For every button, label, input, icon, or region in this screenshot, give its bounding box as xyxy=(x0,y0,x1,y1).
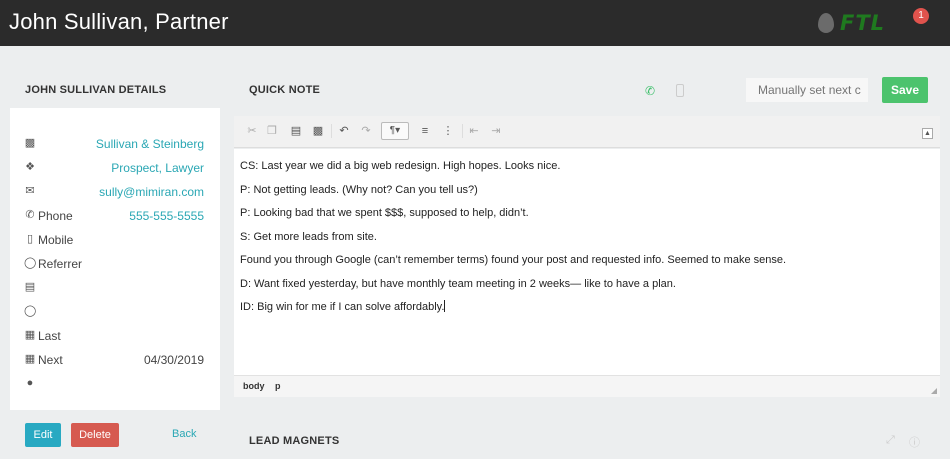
last-label: Last xyxy=(38,329,61,343)
editor-status-bar: body p xyxy=(234,375,940,397)
mobile-icon: ▯ xyxy=(26,233,34,245)
detail-row-email: ✉ sully@mimiran.com xyxy=(10,182,220,202)
mobile-sms-icon[interactable] xyxy=(676,84,684,97)
note-line-text: ID: Big win for me if I can solve afford… xyxy=(240,301,445,313)
note-line: S: Get more leads from site. xyxy=(240,230,377,243)
toolbar-separator xyxy=(462,124,463,138)
note-line-last: ID: Big win for me if I can solve afford… xyxy=(240,300,934,324)
ftl-logo[interactable]: FTL xyxy=(818,10,885,36)
calendar-icon: ▦ xyxy=(24,329,36,341)
quick-note-heading: QUICK NOTE xyxy=(249,84,321,96)
user-solid-icon: ● xyxy=(26,377,34,389)
document-icon: ▤ xyxy=(24,281,36,293)
user-outline-icon: ◯ xyxy=(24,305,37,317)
detail-row-last: ▦ Last xyxy=(10,326,220,346)
note-line: CS: Last year we did a big web redesign.… xyxy=(240,160,561,172)
expand-icon[interactable]: ⤢ xyxy=(886,434,895,447)
next-date-input[interactable] xyxy=(746,78,868,102)
lead-magnets-heading: LEAD MAGNETS xyxy=(249,435,340,447)
note-editor[interactable]: CS: Last year we did a big web redesign.… xyxy=(234,149,940,375)
copy-icon[interactable]: ❐ xyxy=(265,124,279,138)
numbered-list-icon[interactable]: ≡ xyxy=(418,124,432,138)
phone-icon: ✆ xyxy=(25,209,35,221)
paste-icon[interactable]: ▤ xyxy=(289,124,303,138)
contact-details-panel: ▩ Sullivan & Steinberg ❖ Prospect, Lawye… xyxy=(10,108,220,410)
envelope-icon: ✉ xyxy=(25,185,35,197)
detail-row-owner: ◯ xyxy=(10,302,220,322)
detail-row-notes: ▤ xyxy=(10,278,220,298)
logo-text: FTL xyxy=(840,11,886,35)
detail-row-referrer: ◯ Referrer xyxy=(10,254,220,274)
top-bar: John Sullivan, Partner FTL 1 xyxy=(0,0,950,46)
calendar-icon: ▦ xyxy=(24,353,36,365)
notification-badge[interactable]: 1 xyxy=(913,8,929,24)
resize-handle-icon[interactable] xyxy=(931,388,937,394)
note-line: Found you through Google (can’t remember… xyxy=(240,254,787,266)
indent-icon[interactable]: ⇥ xyxy=(489,124,503,138)
detail-row-phone: ✆ Phone 555-555-5555 xyxy=(10,206,220,226)
page-title: John Sullivan, Partner xyxy=(9,9,229,34)
format-dropdown[interactable]: ¶▾ xyxy=(381,122,409,140)
tags-icon: ❖ xyxy=(25,161,35,173)
referrer-label: Referrer xyxy=(38,257,83,271)
tags-link[interactable]: Prospect, Lawyer xyxy=(111,161,204,175)
phone-link[interactable]: 555-555-5555 xyxy=(129,209,204,223)
redo-icon[interactable]: ↷ xyxy=(359,124,373,138)
mobile-label: Mobile xyxy=(38,233,74,247)
back-link[interactable]: Back xyxy=(172,428,196,440)
building-icon: ▩ xyxy=(24,137,36,149)
toolbar-separator xyxy=(331,124,332,138)
phone-call-icon[interactable]: ✆ xyxy=(645,84,655,98)
note-line: P: Not getting leads. (Why not? Can you … xyxy=(240,183,478,196)
company-link[interactable]: Sullivan & Steinberg xyxy=(96,137,204,151)
email-link[interactable]: sully@mimiran.com xyxy=(99,185,204,199)
detail-row-assigned: ● xyxy=(10,374,220,394)
detail-row-company: ▩ Sullivan & Steinberg xyxy=(10,134,220,154)
element-path: body p xyxy=(243,381,289,391)
edit-button[interactable]: Edit xyxy=(25,423,61,447)
collapse-toolbar-icon[interactable]: ▲ xyxy=(922,128,933,139)
outdent-icon[interactable]: ⇤ xyxy=(467,124,481,138)
drop-icon xyxy=(818,13,834,33)
editor-toolbar: ✂ ❐ ▤ ▩ ↶ ↷ ¶▾ ≡ ⋮ ⇤ ⇥ ▲ xyxy=(234,116,940,148)
path-body[interactable]: body xyxy=(243,381,265,391)
note-line: D: Want fixed yesterday, but have monthl… xyxy=(240,277,676,290)
phone-label: Phone xyxy=(38,209,73,223)
help-icon[interactable]: ⓘ xyxy=(909,434,920,450)
bullet-list-icon[interactable]: ⋮ xyxy=(441,124,455,138)
detail-row-next: ▦ Next 04/30/2019 xyxy=(10,350,220,370)
details-heading: JOHN SULLIVAN DETAILS xyxy=(25,84,167,96)
detail-row-tags: ❖ Prospect, Lawyer xyxy=(10,158,220,178)
save-button[interactable]: Save xyxy=(882,77,928,103)
next-label: Next xyxy=(38,353,63,367)
path-p[interactable]: p xyxy=(275,381,281,391)
paste-text-icon[interactable]: ▩ xyxy=(311,124,325,138)
undo-icon[interactable]: ↶ xyxy=(337,124,351,138)
note-line: P: Looking bad that we spent $$$, suppos… xyxy=(240,207,529,219)
text-caret xyxy=(444,300,446,312)
next-date: 04/30/2019 xyxy=(143,353,204,367)
detail-row-mobile: ▯ Mobile xyxy=(10,230,220,250)
user-icon: ◯ xyxy=(24,257,37,269)
cut-icon[interactable]: ✂ xyxy=(245,124,259,138)
delete-button[interactable]: Delete xyxy=(71,423,119,447)
